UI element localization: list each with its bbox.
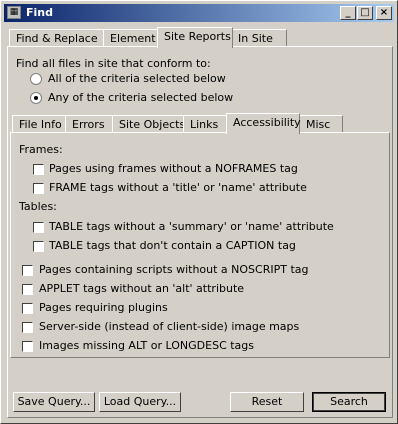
tab-in-site[interactable]: In Site <box>231 29 287 47</box>
checkbox-image-maps[interactable] <box>22 322 33 333</box>
search-button[interactable]: Search <box>312 392 386 412</box>
label-table-summary: TABLE tags without a 'summary' or 'name'… <box>49 220 334 233</box>
tab-find-replace[interactable]: Find & Replace <box>9 29 105 47</box>
radio-any-label: Any of the criteria selected below <box>48 91 234 104</box>
site-reports-panel: Find all files in site that conform to: … <box>7 46 393 418</box>
tab-misc[interactable]: Misc <box>299 115 343 133</box>
checkbox-missing-alt[interactable] <box>22 341 33 352</box>
frames-label: Frames: <box>19 143 63 156</box>
radio-any-criteria[interactable] <box>30 92 42 104</box>
checkbox-table-summary[interactable] <box>33 222 44 233</box>
load-query-button[interactable]: Load Query... <box>99 392 181 412</box>
checkbox-applet-alt[interactable] <box>22 284 33 295</box>
tab-site-reports[interactable]: Site Reports <box>157 27 233 48</box>
close-button[interactable]: × <box>376 6 392 20</box>
find-dialog: ▦ Find _ □ × Find & Replace Element Site… <box>0 0 398 424</box>
tab-file-info[interactable]: File Info <box>12 115 66 133</box>
tab-errors[interactable]: Errors <box>65 115 113 133</box>
label-noframes: Pages using frames without a NOFRAMES ta… <box>49 162 298 175</box>
reset-button[interactable]: Reset <box>230 392 304 412</box>
maximize-button[interactable]: □ <box>357 6 373 20</box>
tab-site-objects[interactable]: Site Objects <box>112 115 185 133</box>
title-bar[interactable]: ▦ Find _ □ × <box>4 4 394 22</box>
checkbox-plugins[interactable] <box>22 303 33 314</box>
save-query-button[interactable]: Save Query... <box>13 392 95 412</box>
checkbox-table-caption[interactable] <box>33 241 44 252</box>
checkbox-noscript[interactable] <box>22 265 33 276</box>
tab-links[interactable]: Links <box>183 115 227 133</box>
radio-all-label: All of the criteria selected below <box>48 72 226 85</box>
scope-heading: Find all files in site that conform to: <box>16 57 211 70</box>
checkbox-frame-title[interactable] <box>33 183 44 194</box>
app-icon: ▦ <box>7 6 21 19</box>
window-title: Find <box>26 6 53 19</box>
checkbox-noframes[interactable] <box>33 164 44 175</box>
minimize-button[interactable]: _ <box>340 6 356 20</box>
label-table-caption: TABLE tags that don't contain a CAPTION … <box>49 239 296 252</box>
accessibility-panel: Frames: Pages using frames without a NOF… <box>10 132 390 358</box>
label-missing-alt: Images missing ALT or LONGDESC tags <box>39 339 255 352</box>
label-image-maps: Server-side (instead of client-side) ima… <box>39 320 300 333</box>
radio-all-criteria[interactable] <box>30 73 42 85</box>
label-plugins: Pages requiring plugins <box>39 301 168 314</box>
tab-element[interactable]: Element <box>103 29 159 47</box>
tab-accessibility[interactable]: Accessibility <box>226 113 301 134</box>
tables-label: Tables: <box>19 200 57 213</box>
label-frame-title: FRAME tags without a 'title' or 'name' a… <box>49 181 307 194</box>
label-applet-alt: APPLET tags without an 'alt' attribute <box>39 282 245 295</box>
label-noscript: Pages containing scripts without a NOSCR… <box>39 263 309 276</box>
